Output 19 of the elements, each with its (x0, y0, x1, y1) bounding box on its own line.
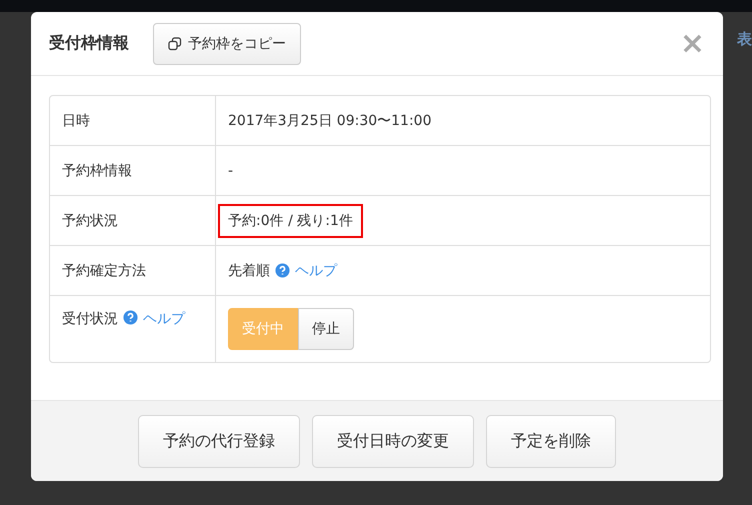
help-icon (275, 263, 290, 278)
row-label: 日時 (62, 112, 90, 130)
copy-icon (168, 36, 182, 50)
action-button[interactable]: 受付日時の変更 (312, 414, 474, 468)
help-icon (123, 310, 138, 325)
background-text: 表 (737, 30, 752, 49)
action-button[interactable]: 予約の代行登録 (138, 414, 300, 468)
value-text: - (228, 162, 234, 178)
dialog-title: 受付枠情報 (49, 33, 129, 54)
action-button[interactable]: 予定を削除 (486, 414, 616, 468)
row-label: 予約確定方法 (62, 262, 146, 280)
status-toggle[interactable]: 停止 (298, 308, 354, 350)
row-label: 予約枠情報 (62, 162, 132, 180)
value-text: 2017年3月25日 09:30〜11:00 (228, 112, 432, 130)
copy-button[interactable]: 予約枠をコピー (153, 22, 301, 64)
row-label: 受付状況 (62, 310, 118, 328)
value-text: 先着順 (228, 262, 270, 280)
highlighted-value: 予約:0件 / 残り:1件 (218, 204, 363, 238)
row-label: 予約状況 (62, 212, 118, 230)
